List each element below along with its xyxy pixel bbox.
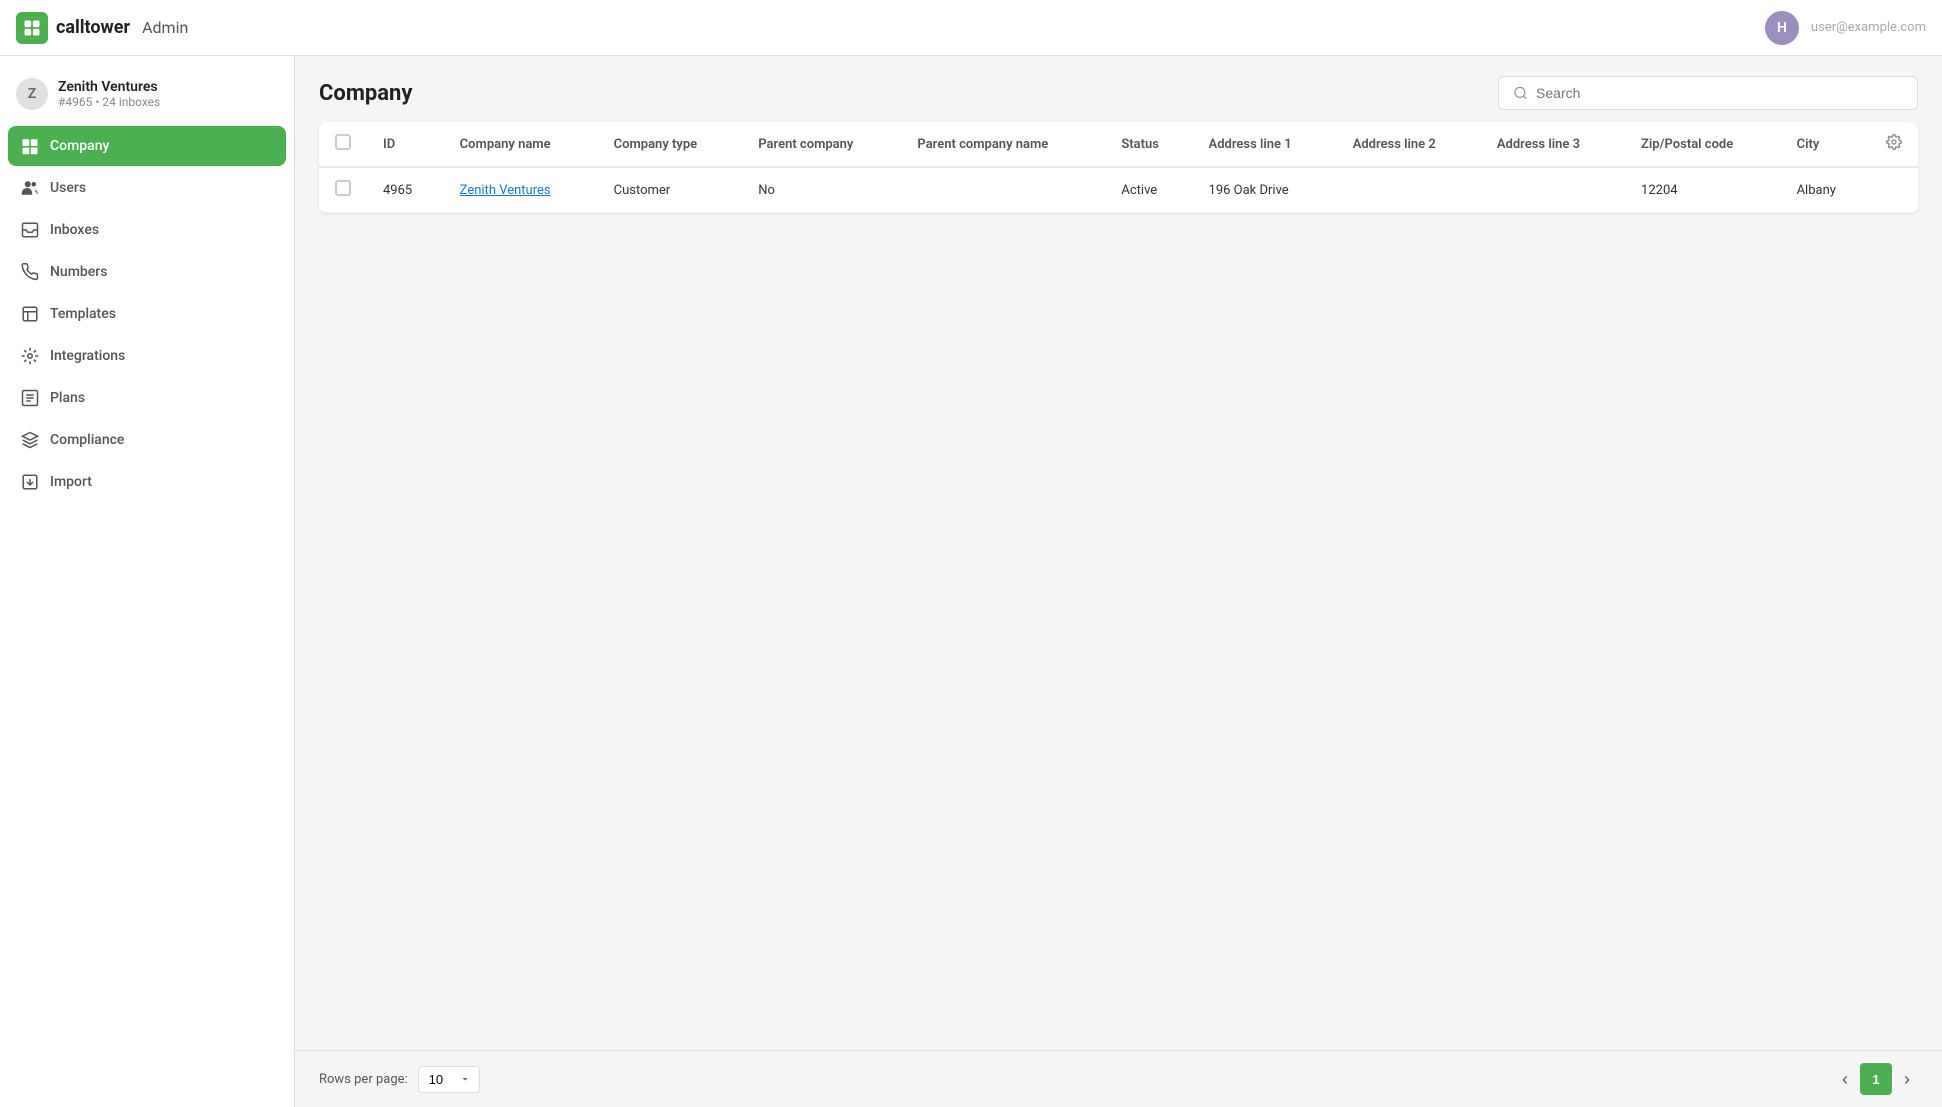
col-header-address2: Address line 2 [1337, 122, 1481, 167]
compliance-icon [20, 430, 40, 450]
pagination: ‹ 1 › [1834, 1063, 1918, 1095]
sidebar-item-integrations[interactable]: Integrations [8, 336, 286, 376]
templates-icon [20, 304, 40, 324]
topbar-right: H user@example.com [1765, 11, 1926, 45]
col-header-status: Status [1105, 122, 1192, 167]
search-input[interactable] [1536, 85, 1903, 101]
company-icon [20, 136, 40, 156]
select-all-header [319, 122, 367, 167]
cell-zip: 12204 [1625, 167, 1781, 213]
col-header-zip: Zip/Postal code [1625, 122, 1781, 167]
cell-address1: 196 Oak Drive [1193, 167, 1337, 213]
next-page-button[interactable]: › [1896, 1065, 1918, 1094]
sidebar-item-company[interactable]: Company [8, 126, 286, 166]
integrations-icon [20, 346, 40, 366]
main-header: Company [295, 56, 1942, 122]
logo-text: calltower [56, 17, 130, 38]
rows-per-page: Rows per page: 10 25 50 100 [319, 1066, 480, 1093]
logo-icon [16, 12, 48, 44]
col-header-company-name: Company name [444, 122, 598, 167]
table-row: 4965 Zenith Ventures Customer No Active … [319, 167, 1918, 213]
cell-company-type: Customer [598, 167, 743, 213]
table-footer: Rows per page: 10 25 50 100 ‹ 1 › [295, 1050, 1942, 1107]
table-container: ID Company name Company type Parent comp… [295, 122, 1942, 1050]
sidebar-item-users[interactable]: Users [8, 168, 286, 208]
account-meta: #4965 • 24 inboxes [58, 95, 160, 109]
cell-city: Albany [1781, 167, 1870, 213]
sidebar-item-plans[interactable]: Plans [8, 378, 286, 418]
sidebar-item-users-label: Users [50, 180, 86, 196]
sidebar-item-numbers[interactable]: Numbers [8, 252, 286, 292]
cell-address2 [1337, 167, 1481, 213]
cell-parent-company-name [901, 167, 1105, 213]
user-email: user@example.com [1811, 20, 1926, 35]
cell-status: Active [1105, 167, 1192, 213]
sidebar-item-compliance[interactable]: Compliance [8, 420, 286, 460]
sidebar-item-company-label: Company [50, 138, 109, 154]
cell-settings [1870, 167, 1918, 213]
page-1-button[interactable]: 1 [1860, 1063, 1892, 1095]
company-name-link[interactable]: Zenith Ventures [460, 183, 551, 198]
topbar-left: calltower Admin [16, 12, 188, 44]
inboxes-icon [20, 220, 40, 240]
account-name: Zenith Ventures [58, 79, 160, 95]
sidebar-item-inboxes[interactable]: Inboxes [8, 210, 286, 250]
users-icon [20, 178, 40, 198]
topbar: calltower Admin H user@example.com [0, 0, 1942, 56]
numbers-icon [20, 262, 40, 282]
sidebar-item-inboxes-label: Inboxes [50, 222, 99, 238]
main-content: Company ID Company name [295, 56, 1942, 1107]
sidebar: Z Zenith Ventures #4965 • 24 inboxes Com… [0, 56, 295, 1107]
row-checkbox[interactable] [335, 180, 351, 196]
sidebar-item-templates[interactable]: Templates [8, 294, 286, 334]
import-icon [20, 472, 40, 492]
col-header-city: City [1781, 122, 1870, 167]
nav-items: Company Users [0, 126, 294, 502]
plans-icon [20, 388, 40, 408]
company-table: ID Company name Company type Parent comp… [319, 122, 1918, 213]
sidebar-item-plans-label: Plans [50, 390, 85, 406]
cell-company-name[interactable]: Zenith Ventures [444, 167, 598, 213]
avatar[interactable]: H [1765, 11, 1799, 45]
cell-address3 [1481, 167, 1625, 213]
col-header-settings[interactable] [1870, 122, 1918, 167]
col-header-address1: Address line 1 [1193, 122, 1337, 167]
col-header-parent-company: Parent company [742, 122, 901, 167]
layout: Z Zenith Ventures #4965 • 24 inboxes Com… [0, 56, 1942, 1107]
logo: calltower Admin [16, 12, 188, 44]
col-header-address3: Address line 3 [1481, 122, 1625, 167]
row-checkbox-cell [319, 167, 367, 213]
sidebar-item-templates-label: Templates [50, 306, 116, 322]
select-all-checkbox[interactable] [335, 134, 351, 150]
sidebar-item-numbers-label: Numbers [50, 264, 107, 280]
cell-parent-company: No [742, 167, 901, 213]
search-icon [1513, 85, 1528, 101]
sidebar-item-integrations-label: Integrations [50, 348, 125, 364]
sidebar-item-import[interactable]: Import [8, 462, 286, 502]
col-header-id: ID [367, 122, 444, 167]
search-box[interactable] [1498, 76, 1918, 110]
prev-page-button[interactable]: ‹ [1834, 1065, 1856, 1094]
sidebar-item-import-label: Import [50, 474, 92, 490]
col-header-parent-company-name: Parent company name [901, 122, 1105, 167]
rows-per-page-label: Rows per page: [319, 1072, 408, 1087]
admin-label: Admin [142, 18, 188, 37]
account-avatar: Z [16, 78, 48, 110]
sidebar-item-compliance-label: Compliance [50, 432, 124, 448]
account-info: Zenith Ventures #4965 • 24 inboxes [58, 79, 160, 109]
account-section: Z Zenith Ventures #4965 • 24 inboxes [0, 68, 294, 126]
rows-per-page-select[interactable]: 10 25 50 100 [418, 1066, 480, 1093]
col-header-company-type: Company type [598, 122, 743, 167]
cell-id: 4965 [367, 167, 444, 213]
page-title: Company [319, 81, 412, 106]
